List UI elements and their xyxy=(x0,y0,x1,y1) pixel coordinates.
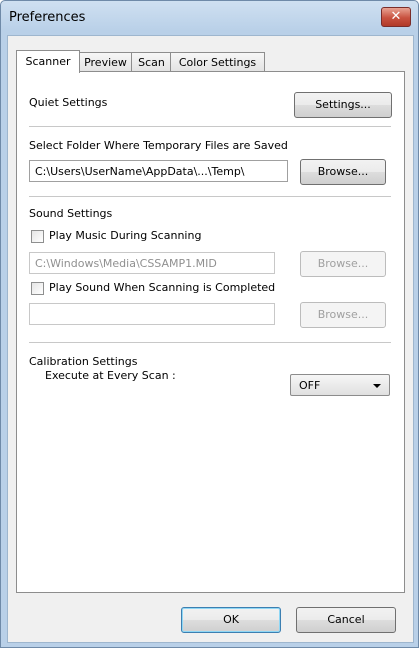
temp-folder-browse-button[interactable]: Browse... xyxy=(300,159,386,185)
play-sound-label: Play Sound When Scanning is Completed xyxy=(49,281,276,294)
quiet-settings-button[interactable]: Settings... xyxy=(294,92,392,118)
sound-settings-label: Sound Settings xyxy=(29,207,113,220)
tab-scan[interactable]: Scan xyxy=(131,52,172,72)
calibration-settings-label: Calibration Settings xyxy=(29,355,138,368)
tab-preview[interactable]: Preview xyxy=(78,52,133,72)
temp-folder-label: Select Folder Where Temporary Files are … xyxy=(29,139,288,152)
quiet-settings-label: Quiet Settings xyxy=(29,96,108,109)
tab-scanner[interactable]: Scanner xyxy=(16,50,80,73)
sound-browse-button[interactable]: Browse... xyxy=(300,302,386,328)
title-bar[interactable]: Preferences ✕ xyxy=(1,1,418,35)
sound-path-field[interactable] xyxy=(29,303,275,325)
close-icon: ✕ xyxy=(390,9,402,24)
window-title: Preferences xyxy=(9,10,86,25)
close-button[interactable]: ✕ xyxy=(381,7,411,27)
execute-every-scan-value: OFF xyxy=(299,379,321,392)
play-sound-checkbox[interactable] xyxy=(31,282,44,295)
music-browse-button[interactable]: Browse... xyxy=(300,251,386,277)
separator xyxy=(29,342,391,344)
dialog-client-area: Scanner Preview Scan Color Settings Quie… xyxy=(7,35,414,643)
play-music-label: Play Music During Scanning xyxy=(49,229,202,242)
execute-every-scan-label: Execute at Every Scan : xyxy=(45,369,176,382)
temp-folder-path-field[interactable]: C:\Users\UserName\AppData\...\Temp\ xyxy=(29,160,288,182)
chevron-down-icon xyxy=(373,384,381,388)
scanner-tab-panel: Quiet Settings Settings... Select Folder… xyxy=(16,71,405,593)
execute-every-scan-dropdown[interactable]: OFF xyxy=(290,374,390,396)
tab-color-settings[interactable]: Color Settings xyxy=(170,52,265,72)
separator xyxy=(29,196,391,198)
separator xyxy=(29,126,391,128)
cancel-button[interactable]: Cancel xyxy=(296,607,396,633)
preferences-window: Preferences ✕ Scanner Preview Scan Color… xyxy=(0,0,419,648)
music-path-field[interactable]: C:\Windows\Media\CSSAMP1.MID xyxy=(29,252,275,274)
play-music-checkbox[interactable] xyxy=(31,230,44,243)
ok-button[interactable]: OK xyxy=(181,607,281,633)
